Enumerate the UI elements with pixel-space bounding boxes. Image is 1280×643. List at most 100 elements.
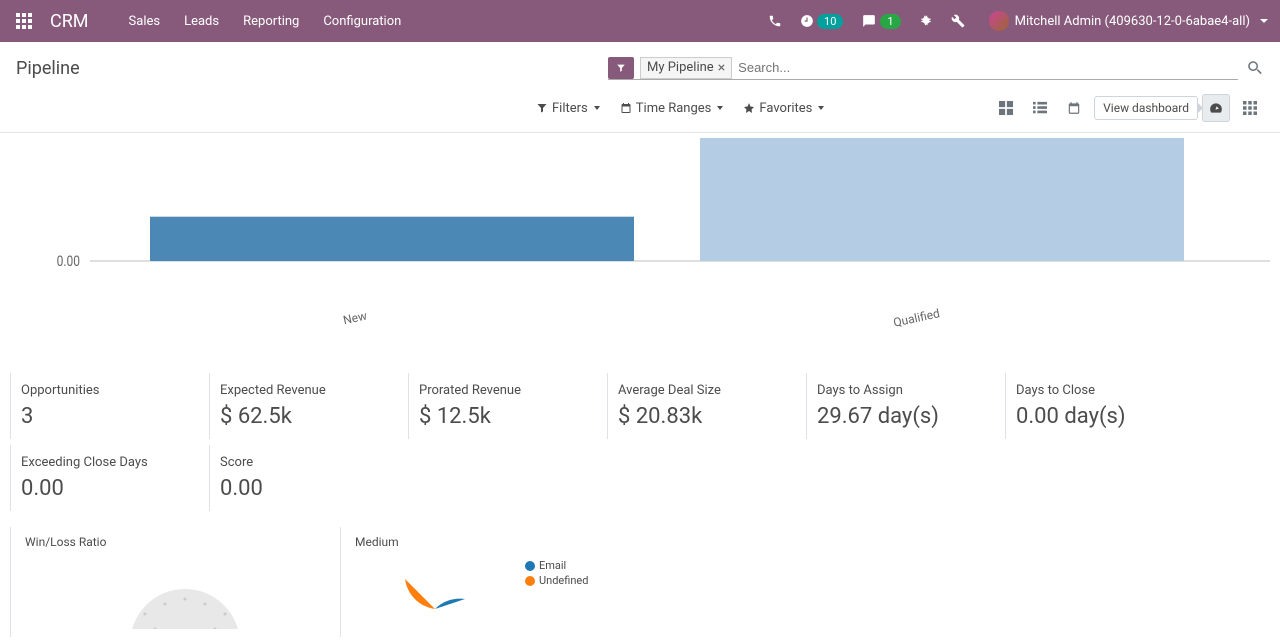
- winloss-chart: Win/Loss Ratio: [10, 527, 340, 637]
- phone-icon: [768, 14, 782, 28]
- messages-badge: 1: [880, 14, 900, 29]
- kpi-value: 3: [21, 404, 193, 429]
- phone-button[interactable]: [768, 14, 782, 28]
- medium-chart: Medium Email Undefined: [340, 527, 760, 637]
- view-calendar-button[interactable]: [1060, 94, 1088, 122]
- nav-menu: Sales Leads Reporting Configuration: [129, 14, 402, 29]
- top-navbar: CRM Sales Leads Reporting Configuration …: [0, 0, 1280, 42]
- kpi-value: 0.00 day(s): [1016, 404, 1188, 429]
- calendar-icon: [620, 102, 632, 114]
- view-activity-button[interactable]: [1236, 94, 1264, 122]
- facet-label: My Pipeline: [647, 60, 714, 75]
- nav-configuration[interactable]: Configuration: [323, 14, 401, 29]
- search-facet: [608, 57, 634, 79]
- kpi-card[interactable]: Prorated Revenue $ 12.5k: [408, 373, 607, 439]
- debug-button[interactable]: [919, 14, 933, 28]
- kpi-label: Prorated Revenue: [419, 383, 591, 398]
- legend-dot-icon: [525, 561, 535, 571]
- kpi-value: $ 62.5k: [220, 404, 392, 429]
- wrench-icon: [951, 14, 965, 28]
- avatar-icon: [989, 11, 1009, 31]
- chevron-down-icon: [1260, 19, 1268, 23]
- messages-button[interactable]: 1: [861, 14, 900, 29]
- apps-grid-icon: [16, 13, 32, 29]
- page-title: Pipeline: [16, 58, 80, 79]
- bug-icon: [919, 14, 933, 28]
- search-input[interactable]: [732, 57, 1238, 78]
- grid-small-icon: [1243, 101, 1257, 115]
- kpi-card[interactable]: Days to Assign29.67 day(s): [806, 373, 1005, 439]
- filter-icon: [612, 63, 630, 73]
- medium-pie-icon: [355, 559, 465, 609]
- kpi-label: Exceeding Close Days: [21, 455, 193, 470]
- kpi-value: 0.00: [21, 476, 193, 501]
- activities-button[interactable]: 10: [800, 14, 843, 29]
- chevron-down-icon: [594, 106, 600, 110]
- nav-sales[interactable]: Sales: [129, 14, 161, 29]
- kpi-grid: Opportunities 3 Expected Revenue $ 62.5k Pro…: [0, 293, 1280, 521]
- bottom-charts: Win/Loss Ratio Medium Email Undefined: [0, 521, 1280, 643]
- search-facet-value: My Pipeline ×: [640, 57, 732, 79]
- kpi-label: Average Deal Size: [618, 383, 790, 398]
- kpi-label: Opportunities: [21, 383, 193, 398]
- medium-title: Medium: [355, 535, 746, 549]
- kpi-card[interactable]: Opportunities 3: [10, 373, 209, 439]
- chart-bar: [150, 217, 634, 261]
- search-expand-button[interactable]: [1246, 59, 1264, 77]
- view-dashboard-button[interactable]: [1202, 94, 1230, 122]
- systray: 10 1 Mitchell Admin (409630-12-0-6abae4-…: [768, 11, 1268, 31]
- legend-dot-icon: [525, 576, 535, 586]
- kanban-icon: [999, 101, 1013, 115]
- dev-tools-button[interactable]: [951, 14, 965, 28]
- control-panel: Pipeline My Pipeline × Filters: [0, 42, 1280, 133]
- nav-reporting[interactable]: Reporting: [243, 14, 299, 29]
- nav-leads[interactable]: Leads: [184, 14, 219, 29]
- chevron-down-icon: [818, 106, 824, 110]
- legend-item[interactable]: Undefined: [525, 574, 588, 587]
- chevron-down-icon: [717, 106, 723, 110]
- funnel-icon: [536, 102, 548, 114]
- facet-remove-button[interactable]: ×: [718, 60, 725, 76]
- medium-legend: Email Undefined: [525, 559, 588, 589]
- legend-label: Email: [539, 559, 566, 572]
- kpi-card[interactable]: Days to Close 0.00 day(s): [1005, 373, 1204, 439]
- chat-icon: [861, 14, 877, 28]
- winloss-donut-icon: [25, 559, 325, 629]
- kpi-value: $ 20.83k: [618, 404, 790, 429]
- list-icon: [1033, 101, 1047, 115]
- kpi-card[interactable]: Score 0.00: [209, 445, 408, 511]
- user-name: Mitchell Admin (409630-12-0-6abae4-all): [1015, 14, 1250, 29]
- filters-dropdown[interactable]: Filters: [536, 101, 600, 116]
- kpi-value: $ 12.5k: [419, 404, 591, 429]
- kpi-card[interactable]: Expected Revenue $ 62.5k: [209, 373, 408, 439]
- kpi-label: Days to Close: [1016, 383, 1188, 398]
- kpi-label: Expected Revenue: [220, 383, 392, 398]
- activities-badge: 10: [817, 14, 843, 29]
- app-brand[interactable]: CRM: [50, 11, 89, 32]
- apps-menu-button[interactable]: [12, 9, 36, 33]
- clock-icon: [800, 14, 814, 28]
- dashboard-icon: [1208, 101, 1224, 115]
- time-ranges-dropdown[interactable]: Time Ranges: [620, 101, 724, 116]
- view-list-button[interactable]: [1026, 94, 1054, 122]
- pipeline-bar-chart: 0.00 NewQualified: [0, 133, 1280, 293]
- search-plus-icon: [1246, 59, 1264, 77]
- view-dashboard-label[interactable]: View dashboard: [1094, 96, 1198, 120]
- winloss-title: Win/Loss Ratio: [25, 535, 326, 549]
- legend-item[interactable]: Email: [525, 559, 588, 572]
- chart-bar: [700, 138, 1184, 261]
- kpi-value: 0.00: [220, 476, 392, 501]
- kpi-card[interactable]: Average Deal Size $ 20.83k: [607, 373, 806, 439]
- legend-label: Undefined: [539, 574, 588, 587]
- view-kanban-button[interactable]: [992, 94, 1020, 122]
- kpi-label: Days to Assign: [817, 383, 989, 398]
- user-menu[interactable]: Mitchell Admin (409630-12-0-6abae4-all): [989, 11, 1268, 31]
- kpi-label: Score: [220, 455, 392, 470]
- view-switcher: View dashboard: [992, 94, 1264, 122]
- favorites-dropdown[interactable]: Favorites: [743, 101, 824, 116]
- y-tick: 0.00: [57, 254, 80, 270]
- search-bar[interactable]: My Pipeline ×: [608, 57, 1238, 80]
- star-icon: [743, 102, 755, 114]
- calendar-icon: [1067, 101, 1081, 115]
- kpi-card[interactable]: Exceeding Close Days 0.00: [10, 445, 209, 511]
